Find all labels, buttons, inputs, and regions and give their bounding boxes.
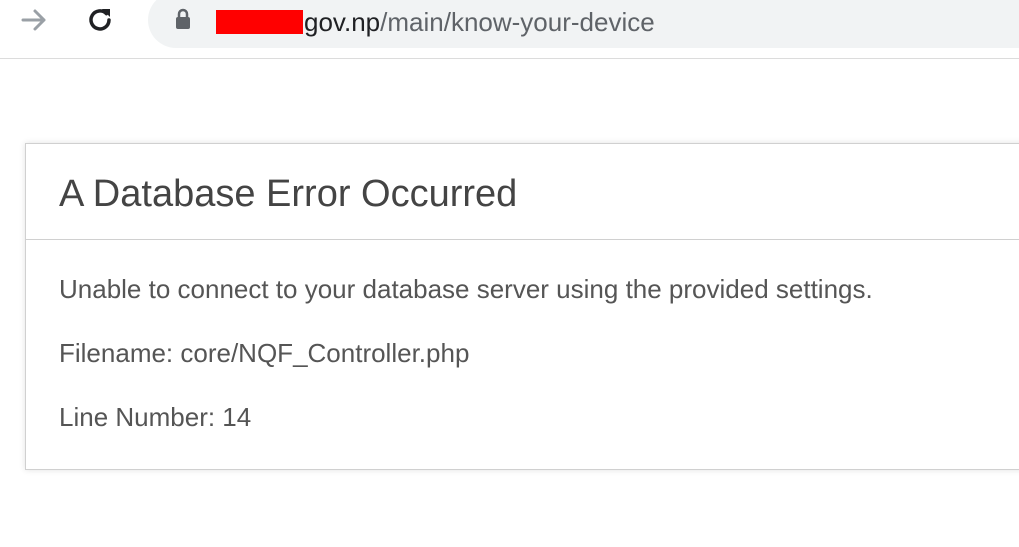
error-filename: Filename: core/NQF_Controller.php xyxy=(59,338,470,368)
url-domain: gov.np xyxy=(304,7,381,37)
error-line-number: Line Number: 14 xyxy=(59,402,252,432)
url-text[interactable]: gov.np/main/know-your-device xyxy=(304,7,655,37)
error-message: Unable to connect to your database serve… xyxy=(59,274,873,304)
reload-button[interactable] xyxy=(82,2,118,38)
address-bar[interactable]: gov.np/main/know-your-device xyxy=(148,0,1019,48)
arrow-right-icon xyxy=(21,9,46,31)
forward-button[interactable] xyxy=(16,2,52,38)
error-panel: A Database Error Occurred Unable to conn… xyxy=(25,143,1019,470)
lock-icon[interactable] xyxy=(174,8,192,30)
error-title: A Database Error Occurred xyxy=(59,173,518,215)
browser-toolbar: gov.np/main/know-your-device xyxy=(0,0,1019,59)
redacted-domain-block xyxy=(216,10,303,34)
error-panel-header: A Database Error Occurred xyxy=(26,144,1019,240)
url-path: /main/know-your-device xyxy=(380,7,655,37)
reload-icon xyxy=(89,9,111,31)
